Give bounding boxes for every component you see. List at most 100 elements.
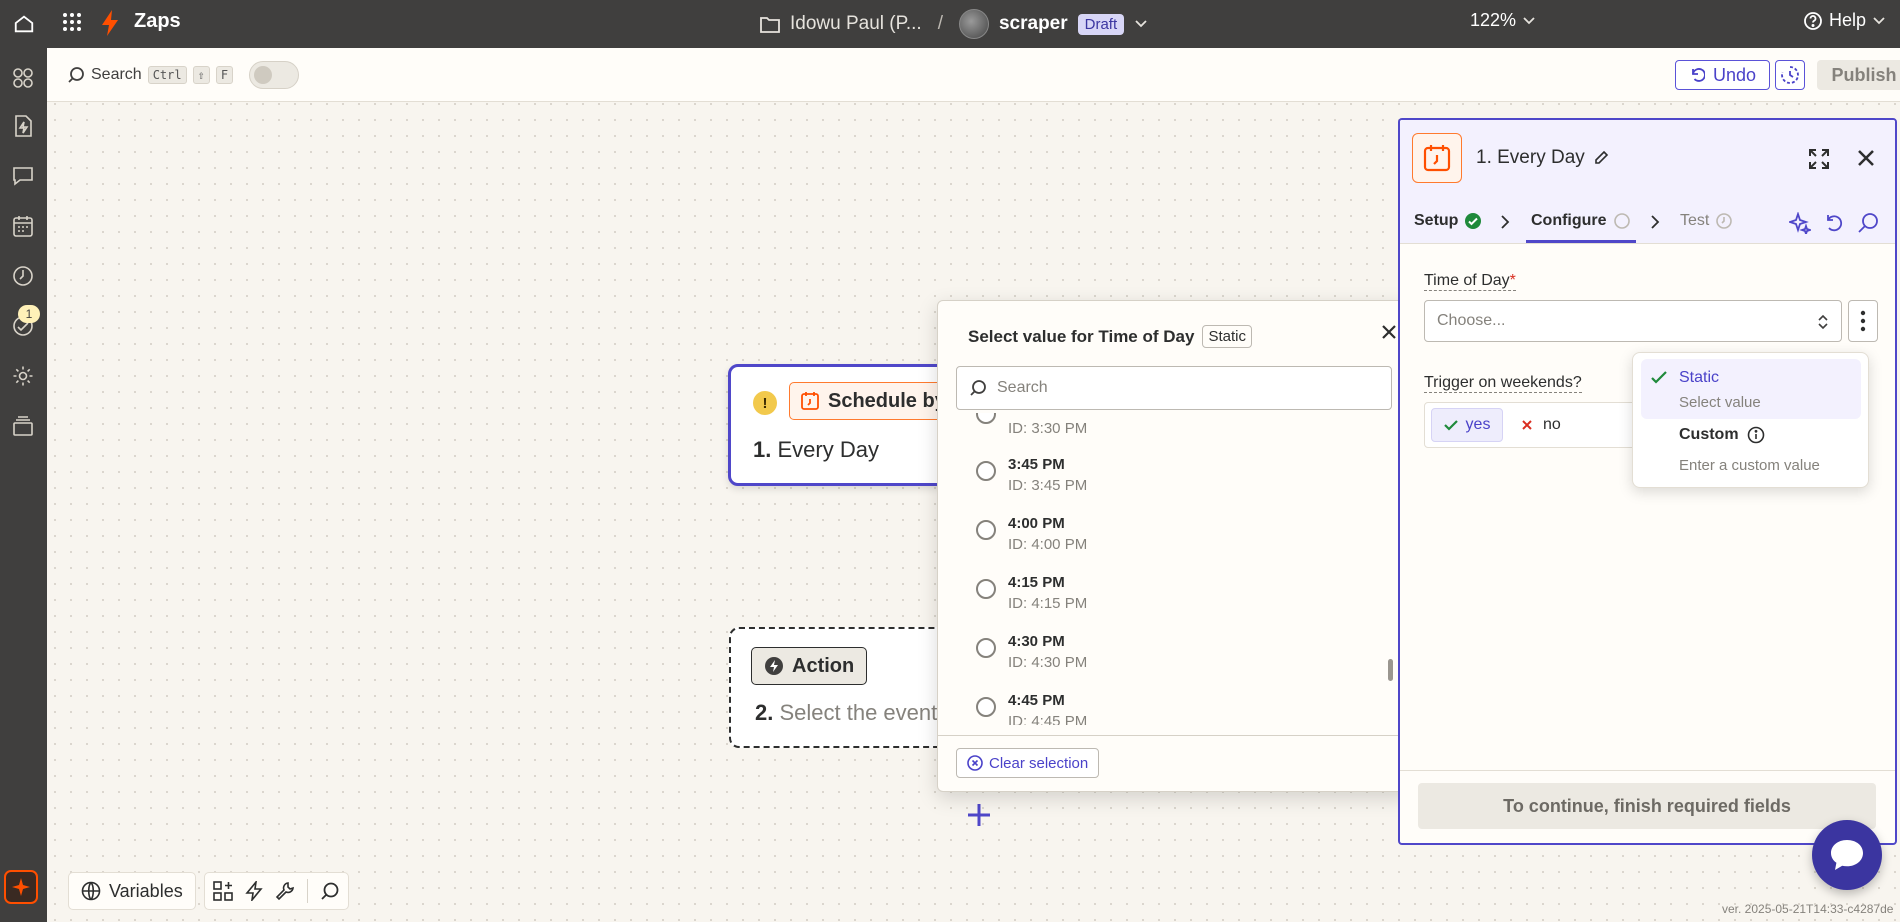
step-number: 2. [755,700,774,725]
options-list[interactable]: ID: 3:30 PM 3:45 PM ID: 3:45 PM 4:00 PM … [938,413,1410,725]
tab-configure[interactable]: Configure [1531,212,1631,230]
app-name: Schedule by Zapier [828,389,946,412]
value-mode-menu: Static Select value Custom Enter a custo… [1632,352,1869,488]
zap-name[interactable]: scraper [999,13,1068,35]
menu-item-title: Custom [1679,426,1765,444]
zapier-ai-icon[interactable] [4,870,38,904]
version-history-button[interactable] [1775,60,1805,90]
undo-label: Undo [1712,64,1757,85]
tab-test[interactable]: Test [1680,212,1733,230]
menu-item-title: Static [1679,369,1720,386]
time-of-day-select[interactable]: Choose... [1424,300,1842,342]
clock-icon [1715,212,1733,230]
left-sidebar: 1 [0,48,47,922]
search-icon[interactable] [1857,212,1879,234]
panel-tabs: Setup Configure Test [1400,200,1895,244]
divider [306,879,308,903]
required-mark: * [1509,272,1516,289]
expand-icon[interactable] [1807,147,1831,171]
home-icon[interactable] [8,8,40,40]
publish-button[interactable]: Publish [1817,60,1900,90]
calendar-icon[interactable] [7,210,39,242]
field-label-text: Time of Day [1424,272,1510,289]
info-icon[interactable] [1747,426,1765,444]
globe-icon [81,881,101,901]
canvas-toggle[interactable] [249,61,300,89]
search-icon [67,66,85,84]
action-step-card[interactable]: Action 2. Select the event [729,627,949,748]
updown-chevron-icon [1817,313,1829,331]
no-option[interactable]: no [1521,408,1561,442]
option-id: ID: 3:30 PM [1008,420,1088,437]
refresh-icon[interactable] [1823,212,1845,234]
history-icon[interactable] [7,260,39,292]
chat-icon[interactable] [7,160,39,192]
tab-label: Setup [1414,212,1459,229]
time-of-day-label: Time of Day* [1424,272,1516,291]
layers-icon[interactable] [7,410,39,442]
undo-button[interactable]: Undo [1675,60,1770,90]
canvas-bottom-toolbar: Variables [68,872,349,910]
list-item[interactable]: ID: 3:30 PM [976,413,1376,447]
option-label: 4:00 PM [1008,515,1065,532]
status-badge: Draft [1077,13,1125,35]
list-item[interactable]: 4:00 PM ID: 4:00 PM [976,513,1376,563]
shortcut-key: F [215,66,234,84]
variables-button[interactable]: Variables [68,872,196,910]
more-options-icon[interactable] [1848,300,1878,342]
folder-link[interactable]: Idowu Paul (P... [790,13,922,35]
zoom-level: 122% [1470,10,1517,30]
zoom-control[interactable]: 122% [1470,10,1536,31]
tab-setup[interactable]: Setup [1414,212,1482,230]
step-number: 1. [753,437,772,462]
trigger-step-card[interactable]: ! Schedule by Zapier 1. Every Day [728,364,948,486]
scrollbar-thumb[interactable] [1388,659,1393,681]
help-label: Help [1829,10,1867,30]
app-grid-icon[interactable] [62,12,82,32]
bolt-icon[interactable] [245,881,263,901]
radio-button[interactable] [976,461,996,481]
bolt-icon [764,656,784,676]
radio-button[interactable] [976,697,996,717]
radio-button[interactable] [976,638,996,658]
list-item[interactable]: 4:30 PM ID: 4:30 PM [976,631,1376,681]
notification-badge: 1 [18,305,40,323]
menu-item-static[interactable]: Static Select value [1641,359,1861,419]
radio-button[interactable] [976,413,996,424]
yes-option[interactable]: yes [1431,408,1503,442]
brand-name[interactable]: Zaps [134,10,181,33]
add-step-icon[interactable] [966,802,992,828]
wrench-icon[interactable] [275,881,295,901]
search-field[interactable] [956,366,1392,410]
search-icon[interactable] [320,881,340,901]
panel-title-text: 1. Every Day [1476,147,1585,168]
history-icon [1780,65,1800,85]
list-item[interactable]: 3:45 PM ID: 3:45 PM [976,454,1376,504]
chevron-down-icon[interactable] [1134,19,1148,29]
option-id: ID: 4:45 PM [1008,713,1088,725]
radio-button[interactable] [976,520,996,540]
list-item[interactable]: 4:45 PM ID: 4:45 PM [976,690,1376,725]
action-tag-label: Action [792,654,855,677]
help-button[interactable]: Help [1803,10,1886,31]
close-icon[interactable] [1855,147,1877,169]
schedule-calendar-icon [800,391,820,411]
panel-actions [1789,212,1879,234]
panel-title[interactable]: 1. Every Day [1476,147,1609,169]
clear-selection-button[interactable]: Clear selection [956,748,1100,778]
apps-icon[interactable] [7,62,39,94]
radio-button[interactable] [976,579,996,599]
option-id: ID: 3:45 PM [1008,477,1088,494]
canvas-search[interactable]: Search Ctrl ⇧ F [67,60,300,90]
add-apps-icon[interactable] [212,881,233,901]
pencil-icon[interactable] [1593,150,1609,166]
search-input[interactable] [997,379,1377,397]
list-item[interactable]: 4:15 PM ID: 4:15 PM [976,572,1376,622]
continue-button[interactable]: To continue, finish required fields [1418,783,1876,829]
zap-file-icon[interactable] [7,110,39,142]
chat-support-button[interactable] [1812,820,1882,890]
settings-icon[interactable] [7,360,39,392]
sparkle-icon[interactable] [1789,212,1811,234]
mode-chip: Static [1202,325,1252,348]
option-label: 4:45 PM [1008,692,1065,709]
